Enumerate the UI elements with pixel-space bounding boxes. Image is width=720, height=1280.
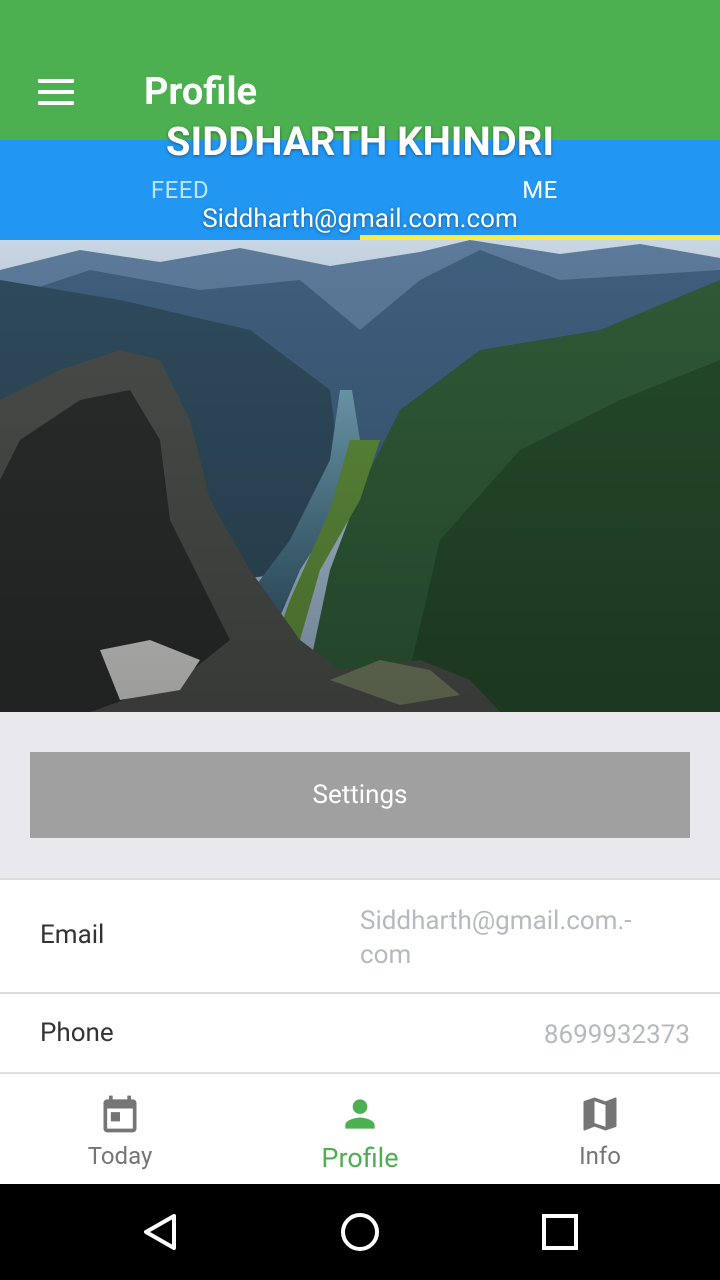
settings-button[interactable]: Settings	[30, 752, 690, 838]
recents-icon[interactable]	[538, 1210, 582, 1254]
email-label: Email	[40, 920, 105, 950]
email-row: Email Siddharth@gmail.com.-com	[0, 878, 720, 992]
phone-row: Phone 8699932373	[0, 992, 720, 1072]
menu-icon[interactable]	[30, 70, 82, 114]
bottom-navigation: Today Profile Info	[0, 1072, 720, 1184]
nav-info-label: Info	[579, 1142, 621, 1170]
nav-profile-label: Profile	[321, 1142, 399, 1174]
page-title: Profile	[144, 70, 258, 114]
nav-today[interactable]: Today	[0, 1074, 240, 1184]
phone-value: 8699932373	[543, 1020, 690, 1050]
nav-profile[interactable]: Profile	[240, 1074, 480, 1184]
profile-cover-image	[0, 240, 720, 712]
landscape-illustration	[0, 240, 720, 712]
system-navigation-bar	[0, 1184, 720, 1280]
nav-info[interactable]: Info	[480, 1074, 720, 1184]
phone-label: Phone	[40, 1018, 114, 1048]
home-icon[interactable]	[338, 1210, 382, 1254]
nav-today-label: Today	[87, 1142, 153, 1170]
profile-name: SIDDHARTH KHINDRI	[165, 118, 555, 165]
settings-section: Settings	[0, 712, 720, 878]
email-value: Siddharth@gmail.com.-com	[360, 906, 632, 970]
person-icon	[345, 1099, 375, 1129]
back-icon[interactable]	[138, 1210, 182, 1254]
profile-email: Siddharth@gmail.com.com	[202, 204, 518, 234]
calendar-icon	[103, 1095, 137, 1133]
map-icon	[583, 1097, 617, 1131]
